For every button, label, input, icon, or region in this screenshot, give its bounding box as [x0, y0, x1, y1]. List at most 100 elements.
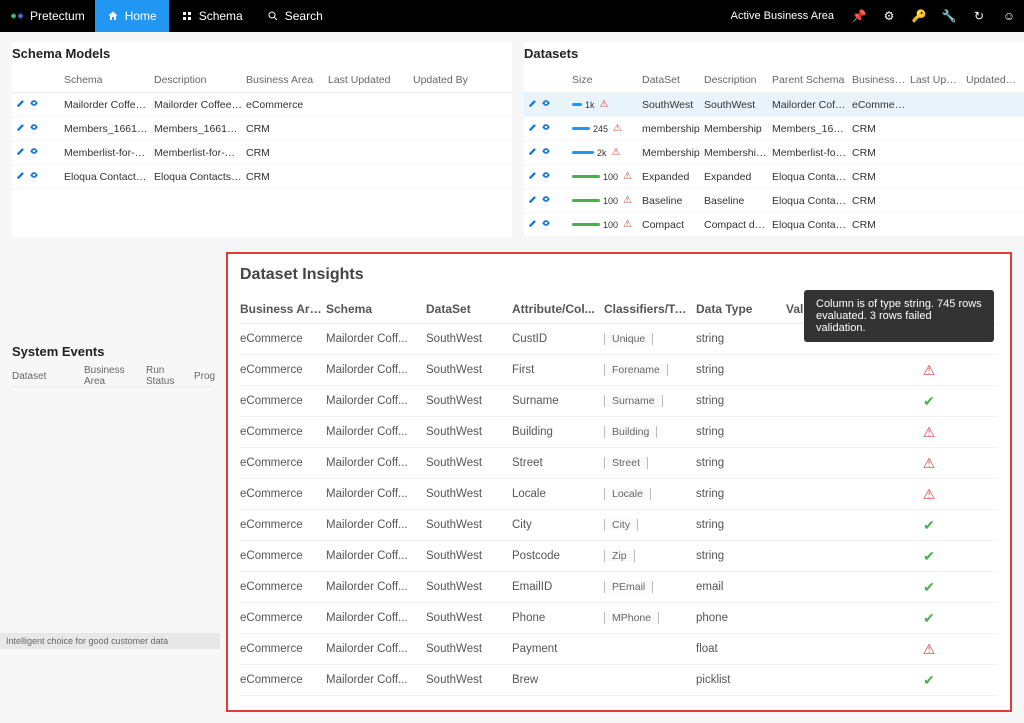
- edit-icon[interactable]: [528, 122, 538, 135]
- brand: Pretectum: [0, 9, 95, 23]
- schema-row[interactable]: Members_166144630... Members_166144630..…: [12, 117, 512, 141]
- insight-row[interactable]: eCommerce Mailorder Coff... SouthWest Em…: [240, 572, 998, 603]
- home-icon: [107, 10, 119, 22]
- check-icon: ✔: [923, 672, 935, 688]
- schema-row[interactable]: Eloqua Contacts Basic_... Eloqua Contact…: [12, 165, 512, 189]
- dataset-row[interactable]: 245 ⚠ membership Membership Members_1661…: [524, 117, 1024, 141]
- size-cell: 1k ⚠: [572, 99, 642, 110]
- insight-row[interactable]: eCommerce Mailorder Coff... SouthWest Bu…: [240, 417, 998, 448]
- schema-models-header: Schema Description Business Area Last Up…: [12, 67, 512, 93]
- schema-name: Memberlist-for-Websit...: [64, 147, 154, 159]
- view-icon[interactable]: [541, 122, 551, 135]
- brand-name: Pretectum: [30, 9, 85, 23]
- schema-name: Eloqua Contacts Basic_...: [64, 171, 154, 183]
- insights-title: Dataset Insights: [240, 266, 998, 284]
- nav-home[interactable]: Home: [95, 0, 169, 32]
- classifier-tag[interactable]: Unique: [604, 333, 653, 345]
- datasets-header: Size DataSet Description Parent Schema B…: [524, 67, 1024, 93]
- view-icon[interactable]: [29, 146, 39, 159]
- view-icon[interactable]: [541, 194, 551, 207]
- size-cell: 100 ⚠: [572, 171, 642, 182]
- check-icon: ✔: [923, 579, 935, 595]
- warn-icon: ⚠: [923, 424, 936, 440]
- event-row[interactable]: [12, 411, 212, 435]
- insight-row[interactable]: eCommerce Mailorder Coff... SouthWest Lo…: [240, 479, 998, 510]
- classifier-tag[interactable]: Surname: [604, 395, 663, 407]
- nav-search[interactable]: Search: [255, 0, 335, 32]
- pin-icon[interactable]: 📌: [844, 0, 874, 32]
- check-icon: ✔: [923, 517, 935, 533]
- edit-icon[interactable]: [528, 170, 538, 183]
- warn-icon: ⚠: [623, 171, 632, 182]
- event-row[interactable]: [12, 531, 212, 555]
- event-row[interactable]: [12, 435, 212, 459]
- refresh-icon[interactable]: ↻: [964, 0, 994, 32]
- gear-icon[interactable]: ⚙: [874, 0, 904, 32]
- classifier-tag[interactable]: City: [604, 519, 638, 531]
- view-icon[interactable]: [29, 122, 39, 135]
- view-icon[interactable]: [541, 98, 551, 111]
- check-icon: ✔: [923, 548, 935, 564]
- view-icon[interactable]: [541, 218, 551, 231]
- event-row[interactable]: [12, 483, 212, 507]
- edit-icon[interactable]: [16, 146, 26, 159]
- insight-row[interactable]: eCommerce Mailorder Coff... SouthWest St…: [240, 448, 998, 479]
- warn-icon: ⚠: [613, 123, 622, 134]
- insight-row[interactable]: eCommerce Mailorder Coff... SouthWest Ph…: [240, 603, 998, 634]
- schema-row[interactable]: Mailorder Coffee Club Mailorder Coffee C…: [12, 93, 512, 117]
- dataset-row[interactable]: 100 ⚠ Baseline Baseline Eloqua Contacts …: [524, 189, 1024, 213]
- dataset-row[interactable]: 100 ⚠ Expanded Expanded Eloqua Contacts …: [524, 165, 1024, 189]
- classifier-tag[interactable]: Building: [604, 426, 657, 438]
- insight-row[interactable]: eCommerce Mailorder Coff... SouthWest Ci…: [240, 510, 998, 541]
- wrench-icon[interactable]: 🔧: [934, 0, 964, 32]
- warn-icon: ⚠: [923, 455, 936, 471]
- insight-row[interactable]: eCommerce Mailorder Coff... SouthWest Fi…: [240, 355, 998, 386]
- dataset-row[interactable]: 100 ⚠ Compact Compact dataset Eloqua Con…: [524, 213, 1024, 237]
- view-icon[interactable]: [29, 98, 39, 111]
- dataset-row[interactable]: 2k ⚠ Membership Membership load Memberli…: [524, 141, 1024, 165]
- edit-icon[interactable]: [16, 122, 26, 135]
- classifier-tag[interactable]: Street: [604, 457, 648, 469]
- view-icon[interactable]: [541, 170, 551, 183]
- warn-icon: ⚠: [623, 219, 632, 230]
- edit-icon[interactable]: [16, 170, 26, 183]
- warn-icon: ⚠: [923, 362, 936, 378]
- edit-icon[interactable]: [528, 146, 538, 159]
- edit-icon[interactable]: [528, 194, 538, 207]
- insight-row[interactable]: eCommerce Mailorder Coff... SouthWest Su…: [240, 386, 998, 417]
- event-row[interactable]: [12, 459, 212, 483]
- event-row[interactable]: [12, 555, 212, 579]
- classifier-tag[interactable]: PEmail: [604, 581, 653, 593]
- event-row[interactable]: [12, 579, 212, 603]
- check-icon: ✔: [923, 610, 935, 626]
- insight-row[interactable]: eCommerce Mailorder Coff... SouthWest Pa…: [240, 634, 998, 665]
- key-icon[interactable]: 🔑: [904, 0, 934, 32]
- event-row[interactable]: [12, 507, 212, 531]
- schema-models-title: Schema Models: [12, 46, 512, 61]
- size-cell: 100 ⚠: [572, 195, 642, 206]
- edit-icon[interactable]: [528, 98, 538, 111]
- dataset-row[interactable]: 1k ⚠ SouthWest SouthWest Mailorder Coffe…: [524, 93, 1024, 117]
- size-cell: 245 ⚠: [572, 123, 642, 134]
- user-icon[interactable]: ☺: [994, 0, 1024, 32]
- warn-icon: ⚠: [923, 486, 936, 502]
- classifier-tag[interactable]: Locale: [604, 488, 651, 500]
- insight-row[interactable]: eCommerce Mailorder Coff... SouthWest Po…: [240, 541, 998, 572]
- classifier-tag[interactable]: Zip: [604, 550, 635, 562]
- view-icon[interactable]: [29, 170, 39, 183]
- classifier-tag[interactable]: Forename: [604, 364, 668, 376]
- warn-icon: ⚠: [923, 641, 936, 657]
- check-icon: ✔: [923, 393, 935, 409]
- nav-schema[interactable]: Schema: [169, 0, 255, 32]
- schema-name: Members_166144630...: [64, 123, 154, 135]
- toolbar-icons: 📌 ⚙ 🔑 🔧 ↻ ☺: [844, 0, 1024, 32]
- schema-row[interactable]: Memberlist-for-Websit... Memberlist-for-…: [12, 141, 512, 165]
- active-business-area[interactable]: Active Business Area: [721, 6, 844, 26]
- classifier-tag[interactable]: MPhone: [604, 612, 659, 624]
- event-row[interactable]: [12, 387, 212, 411]
- edit-icon[interactable]: [16, 98, 26, 111]
- view-icon[interactable]: [541, 146, 551, 159]
- insight-row[interactable]: eCommerce Mailorder Coff... SouthWest Br…: [240, 665, 998, 696]
- edit-icon[interactable]: [528, 218, 538, 231]
- system-events-title: System Events: [12, 344, 212, 359]
